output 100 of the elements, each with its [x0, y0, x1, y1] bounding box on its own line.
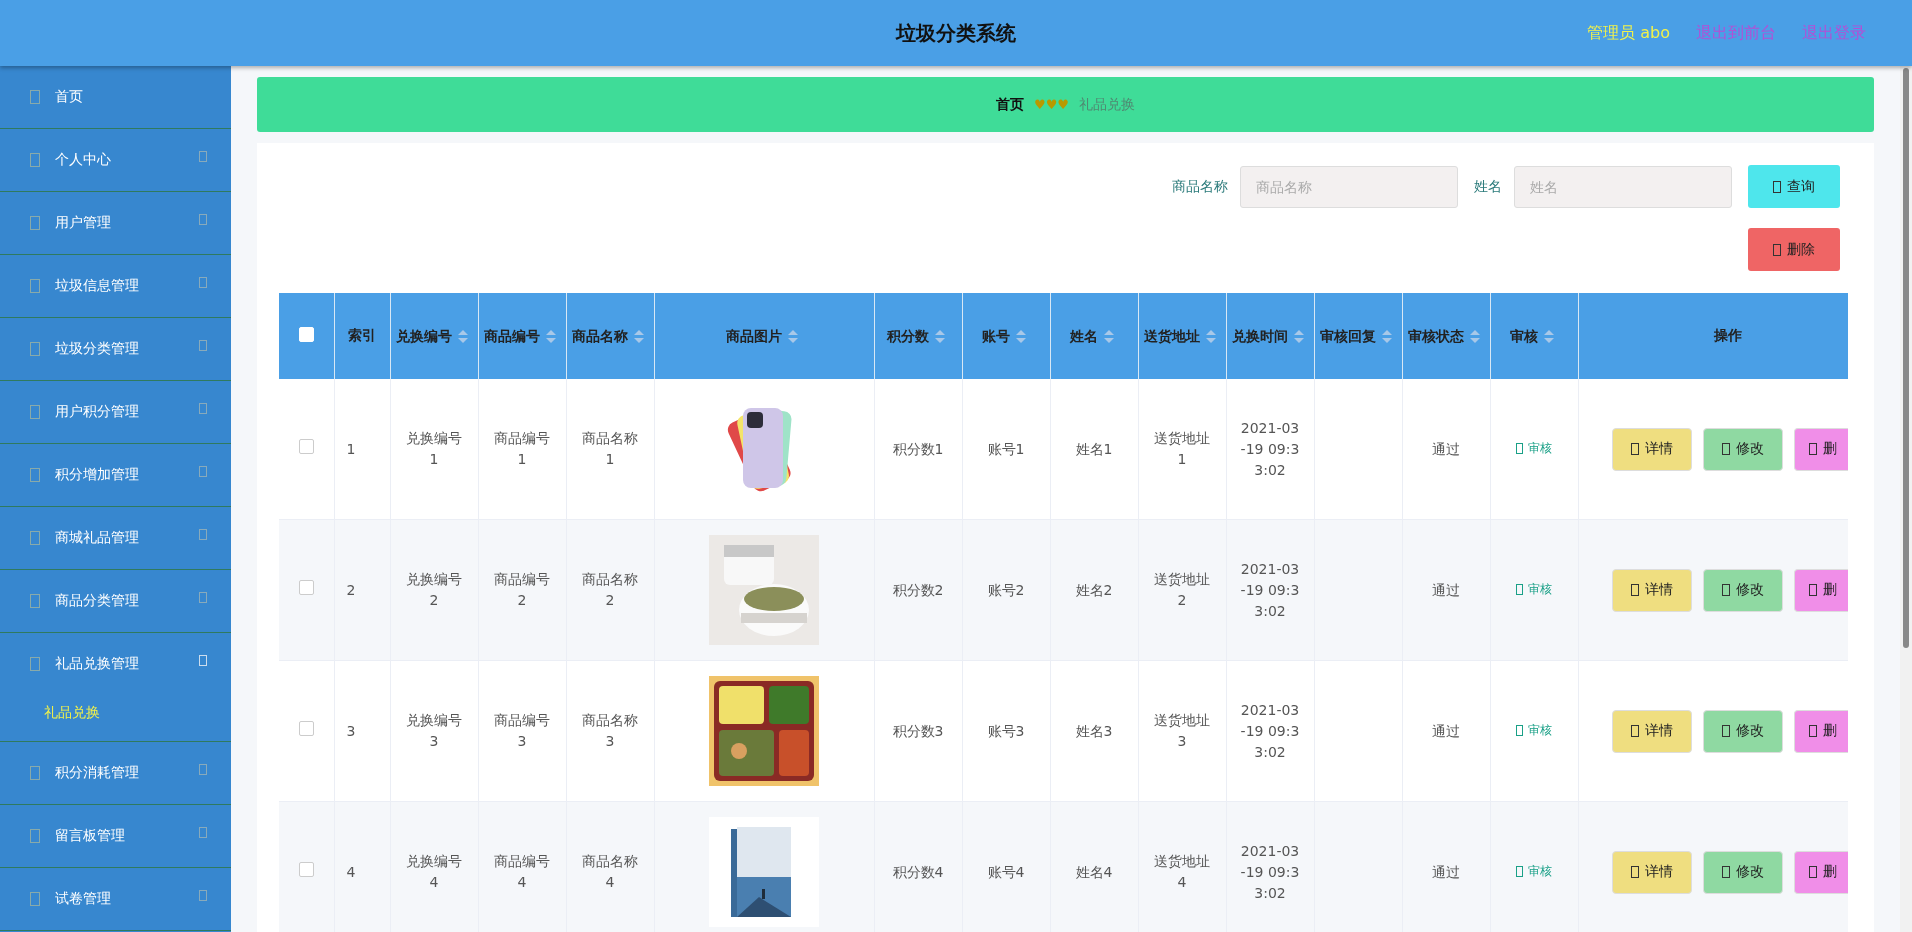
column-header[interactable]: 商品名称	[566, 293, 654, 379]
table-cell: 商品编号2	[494, 571, 550, 608]
menu-icon	[30, 829, 40, 843]
sidebar-item[interactable]: 留言板管理	[0, 805, 231, 867]
sort-icon[interactable]	[546, 329, 556, 343]
action-button[interactable]: 删	[1793, 709, 1848, 753]
field-label: 商品名称	[1172, 177, 1228, 196]
sort-icon[interactable]	[1206, 329, 1216, 343]
sidebar-item[interactable]: 商品分类管理	[0, 570, 231, 632]
sidebar-item[interactable]: 试卷管理	[0, 868, 231, 930]
column-header[interactable]: 操作	[1578, 293, 1848, 379]
search-field[interactable]: 商品名称	[1240, 165, 1458, 208]
row-checkbox[interactable]	[298, 579, 314, 595]
sort-icon[interactable]	[1470, 329, 1480, 343]
table-cell: 2021-03-19 09:33:02	[1240, 560, 1300, 619]
sidebar-item[interactable]: 用户积分管理	[0, 381, 231, 443]
column-header[interactable]: 兑换时间	[1226, 293, 1314, 379]
sort-icon[interactable]	[1104, 329, 1114, 343]
sort-icon[interactable]	[1294, 329, 1304, 343]
sidebar-item[interactable]: 用户管理	[0, 192, 231, 254]
column-header[interactable]: 商品编号	[478, 293, 566, 379]
menu-icon	[30, 468, 40, 482]
table-cell: 送货地址2	[1154, 571, 1210, 608]
sidebar-item[interactable]: 积分增加管理	[0, 444, 231, 506]
column-header[interactable]: 兑换编号	[390, 293, 478, 379]
column-header[interactable]: 索引	[334, 293, 390, 379]
sort-icon[interactable]	[788, 329, 798, 343]
action-button[interactable]: 修改	[1702, 427, 1783, 471]
column-header[interactable]: 积分数	[874, 293, 962, 379]
action-button[interactable]: 删	[1793, 427, 1848, 471]
table-cell: 商品编号4	[494, 853, 550, 890]
table-cell: 账号3	[987, 722, 1025, 739]
table-cell: 商品名称3	[582, 712, 638, 749]
breadcrumb-link[interactable]: 首页	[996, 95, 1024, 114]
table-cell: 姓名1	[1075, 440, 1113, 457]
table-cell: 送货地址1	[1154, 430, 1210, 467]
menu-icon	[30, 153, 40, 167]
table-cell: 账号4	[987, 863, 1025, 880]
table-cell: 商品名称2	[582, 571, 638, 608]
sort-icon[interactable]	[458, 329, 468, 343]
action-button[interactable]: 详情	[1611, 568, 1692, 612]
column-header[interactable]: 审核状态	[1402, 293, 1490, 379]
menu-icon	[30, 594, 40, 608]
sort-icon[interactable]	[1016, 329, 1026, 343]
column-header[interactable]: 送货地址	[1138, 293, 1226, 379]
menu-icon	[30, 405, 40, 419]
table-cell: 3	[346, 722, 356, 739]
action-button[interactable]: 删	[1793, 568, 1848, 612]
table-cell: 账号2	[987, 581, 1025, 598]
action-button[interactable]: 修改	[1702, 850, 1783, 894]
row-checkbox[interactable]	[298, 720, 314, 736]
audit-link[interactable]: 审核	[1516, 861, 1552, 882]
action-button[interactable]: 修改	[1702, 709, 1783, 753]
table-cell: 账号1	[987, 440, 1025, 457]
column-header[interactable]: 账号	[962, 293, 1050, 379]
table-cell: 1	[346, 440, 356, 457]
column-header[interactable]: 商品图片	[654, 293, 874, 379]
sort-icon[interactable]	[1544, 329, 1554, 343]
action-button[interactable]: 详情	[1611, 709, 1692, 753]
audit-link[interactable]: 审核	[1516, 720, 1552, 741]
table-cell: 送货地址3	[1154, 712, 1210, 749]
audit-link[interactable]: 审核	[1516, 438, 1552, 459]
action-button[interactable]: 详情	[1611, 427, 1692, 471]
column-header[interactable]: 姓名	[1050, 293, 1138, 379]
table-cell: 商品名称4	[582, 853, 638, 890]
query-button[interactable]: 查询	[1748, 165, 1840, 208]
table-cell: 送货地址4	[1154, 853, 1210, 890]
table-cell: 兑换编号4	[406, 853, 462, 890]
sort-icon[interactable]	[935, 329, 945, 343]
sidebar-item[interactable]: 首页	[0, 66, 231, 128]
delete-button[interactable]: 删除	[1748, 228, 1840, 271]
menu-icon	[30, 279, 40, 293]
search-field[interactable]: 姓名	[1514, 165, 1732, 208]
table-cell: 积分数4	[892, 863, 944, 880]
sidebar-item[interactable]: 个人中心	[0, 129, 231, 191]
audit-link[interactable]: 审核	[1516, 579, 1552, 600]
breadcrumb-separator: ♥♥♥	[1034, 97, 1069, 112]
menu-icon	[30, 342, 40, 356]
action-button[interactable]: 详情	[1611, 850, 1692, 894]
table-cell: 兑换编号2	[406, 571, 462, 608]
table-cell: 兑换编号1	[406, 430, 462, 467]
table-cell: 商品名称1	[582, 430, 638, 467]
row-checkbox[interactable]	[298, 438, 314, 454]
sidebar-item[interactable]: 垃圾分类管理	[0, 318, 231, 380]
table-cell: 2021-03-19 09:33:02	[1240, 701, 1300, 760]
action-button[interactable]: 修改	[1702, 568, 1783, 612]
user-name: 管理员 abo	[1587, 22, 1670, 44]
sidebar-item[interactable]: 积分消耗管理	[0, 742, 231, 804]
sidebar-item[interactable]: 商城礼品管理	[0, 507, 231, 569]
sort-icon[interactable]	[1382, 329, 1392, 343]
column-header[interactable]: 审核回复	[1314, 293, 1402, 379]
scrollbar[interactable]	[1900, 66, 1912, 932]
action-button[interactable]: 删	[1793, 850, 1848, 894]
sidebar-item[interactable]: 垃圾信息管理	[0, 255, 231, 317]
sort-icon[interactable]	[634, 329, 644, 343]
table-cell: 姓名3	[1075, 722, 1113, 739]
row-checkbox[interactable]	[298, 861, 314, 877]
select-all-checkbox[interactable]	[298, 327, 314, 342]
menu-icon	[30, 531, 40, 545]
column-header[interactable]: 审核	[1490, 293, 1578, 379]
